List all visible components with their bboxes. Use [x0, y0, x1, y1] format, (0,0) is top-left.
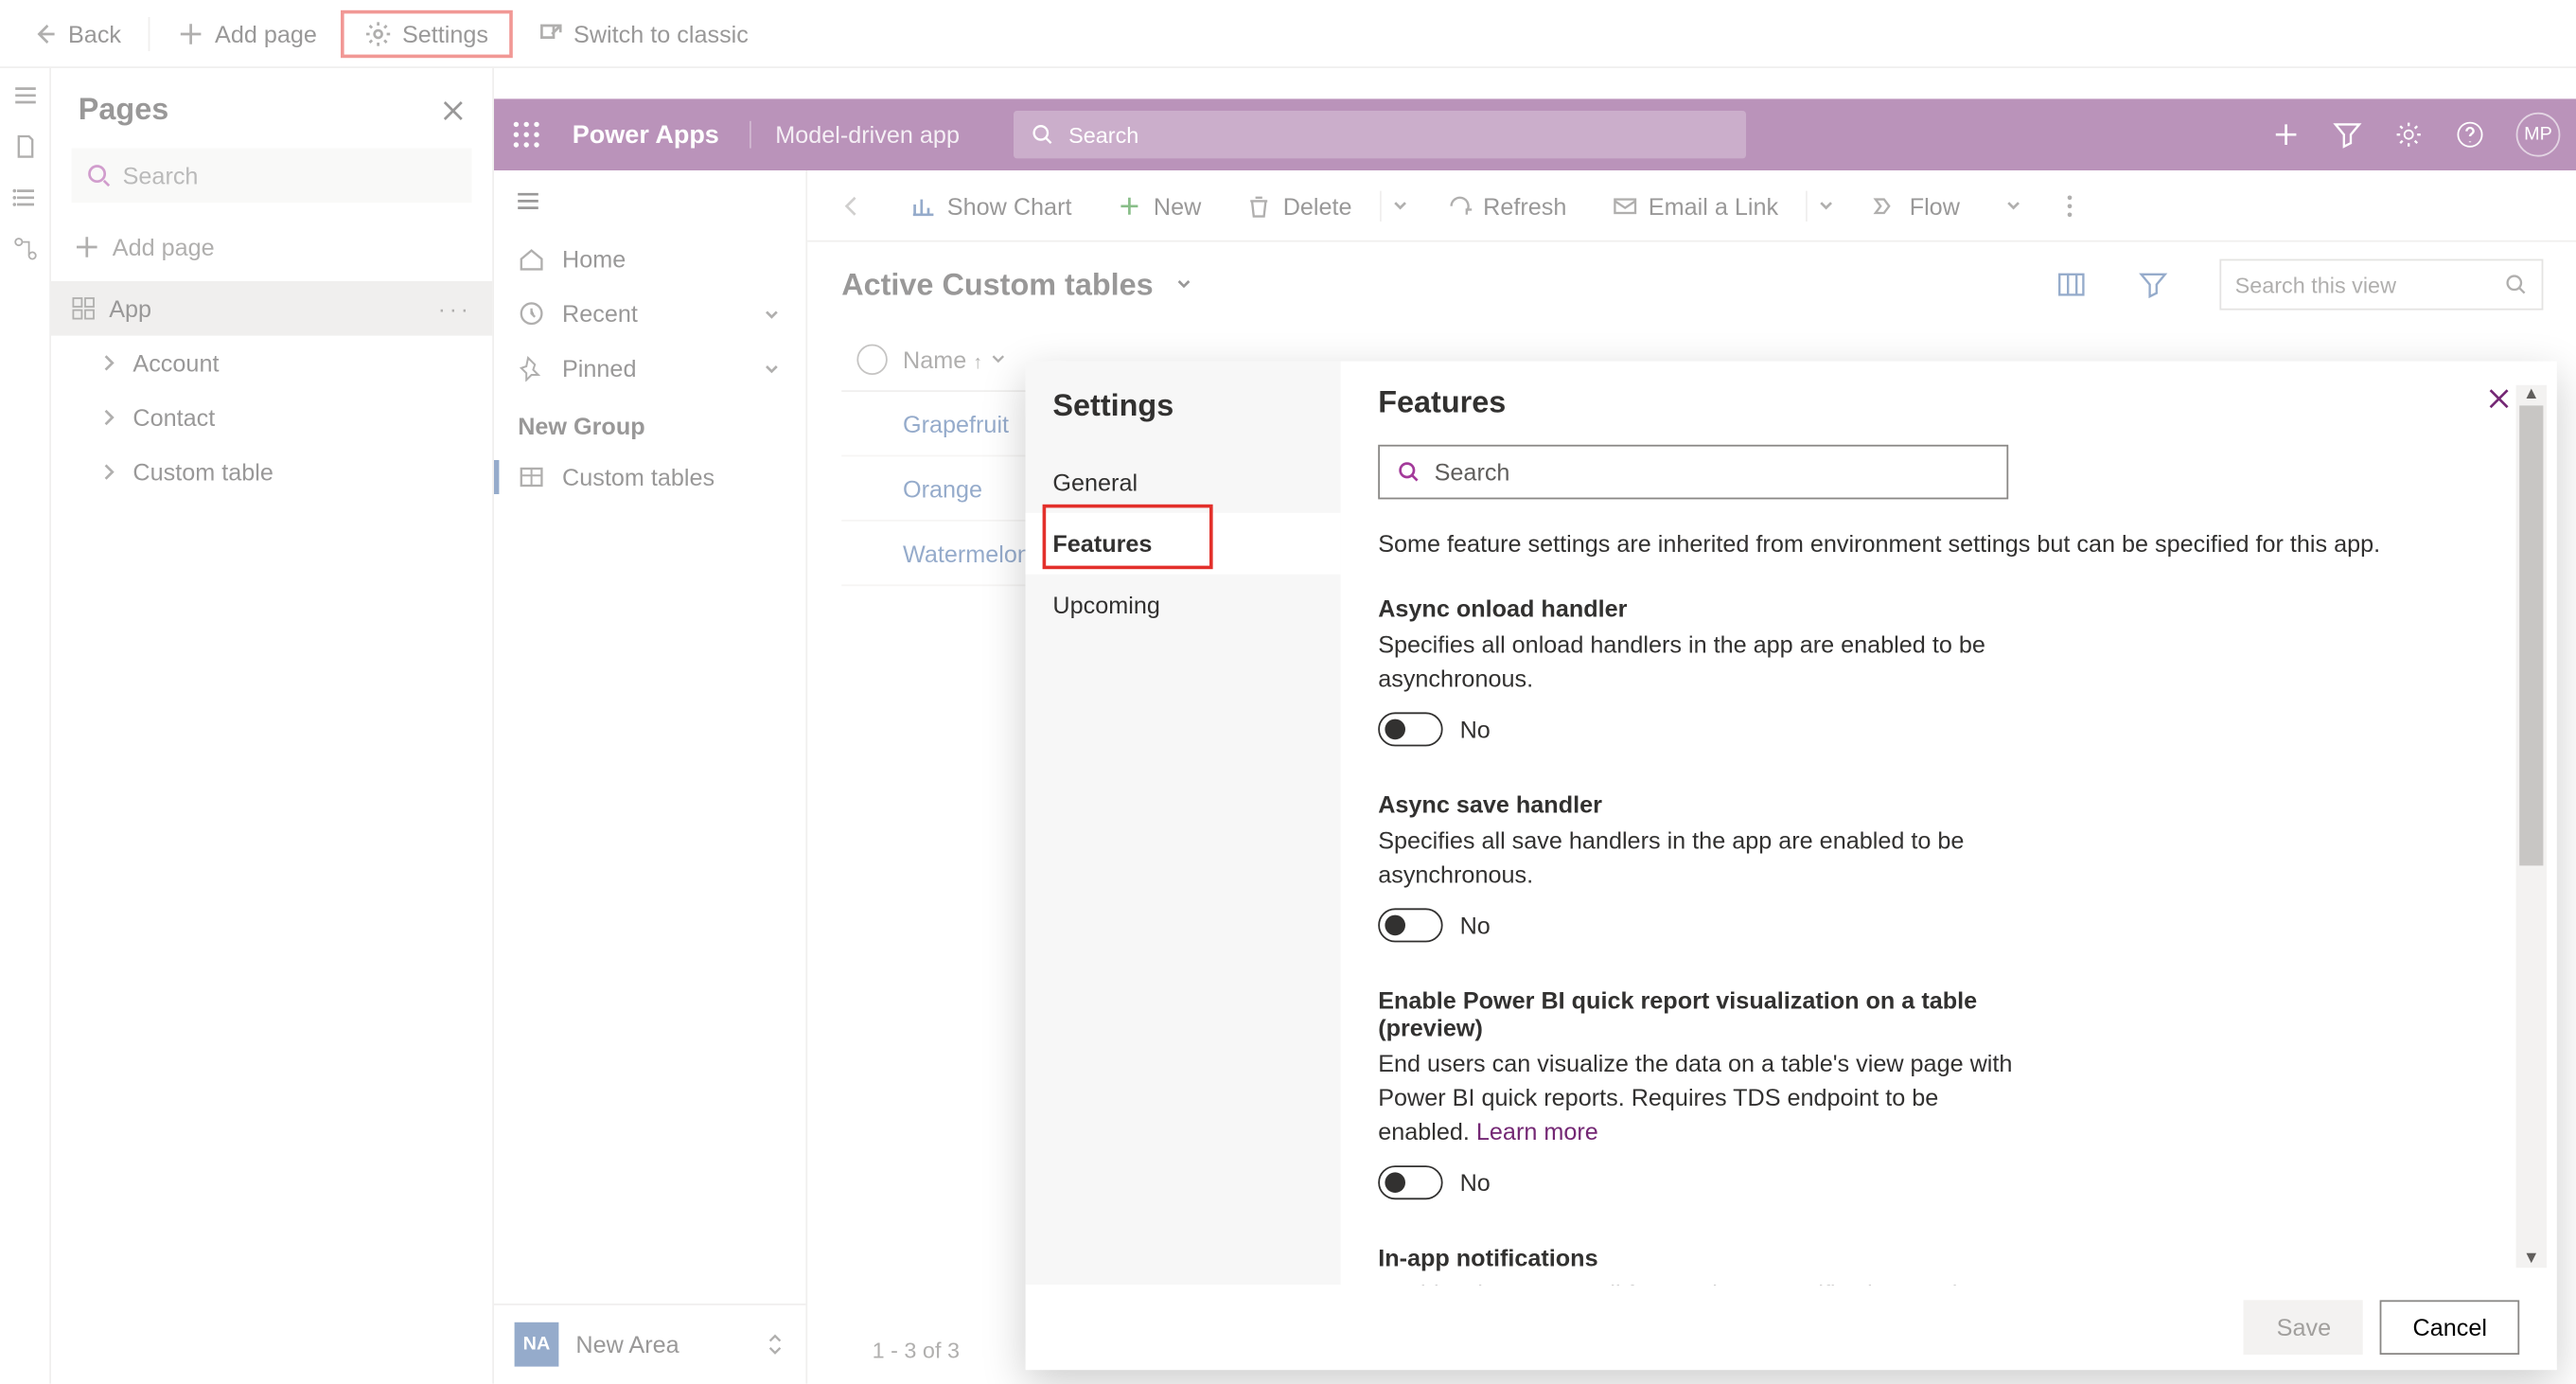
scroll-down-icon[interactable]: ▼ [2516, 1249, 2547, 1268]
feature-desc: Specifies all onload handlers in the app… [1378, 629, 2025, 696]
modal-main: Features Search Some feature settings ar… [1341, 362, 2557, 1286]
modal-footer: Save Cancel [1026, 1285, 2557, 1370]
modal-search-placeholder: Search [1435, 458, 1510, 486]
feature-desc: Enables the app to poll for new in-app n… [1378, 1278, 2025, 1285]
tab-general[interactable]: General [1026, 452, 1341, 513]
feature-desc: Specifies all save handlers in the app a… [1378, 825, 2025, 893]
modal-title: Features [1378, 385, 2506, 421]
learn-more-link[interactable]: Learn more [1476, 1117, 1598, 1144]
toggle-switch[interactable] [1378, 713, 1442, 747]
feature-title: Async save handler [1378, 791, 2025, 819]
modal-side-title: Settings [1026, 385, 1341, 452]
feature-async-onload: Async onload handler Specifies all onloa… [1378, 594, 2025, 747]
modal-scrollbar[interactable]: ▲ ▼ [2516, 385, 2547, 1268]
settings-modal: Settings General Features Upcoming Featu… [1026, 362, 2557, 1371]
feature-title: Enable Power BI quick report visualizati… [1378, 987, 2025, 1042]
feature-desc: End users can visualize the data on a ta… [1378, 1049, 2025, 1149]
save-button[interactable]: Save [2244, 1300, 2363, 1355]
search-icon [1397, 460, 1420, 484]
tab-features[interactable]: Features [1026, 513, 1341, 575]
scroll-thumb[interactable] [2519, 405, 2543, 865]
tab-upcoming[interactable]: Upcoming [1026, 575, 1341, 636]
cancel-button[interactable]: Cancel [2380, 1300, 2519, 1355]
toggle-switch[interactable] [1378, 1165, 1442, 1199]
feature-powerbi-report: Enable Power BI quick report visualizati… [1378, 987, 2025, 1200]
scroll-up-icon[interactable]: ▲ [2516, 385, 2547, 404]
modal-search[interactable]: Search [1378, 445, 2008, 500]
feature-title: In-app notifications [1378, 1244, 2025, 1271]
modal-intro: Some feature settings are inherited from… [1378, 530, 2506, 558]
modal-close-button[interactable] [2485, 385, 2513, 413]
toggle-value: No [1460, 913, 1491, 940]
feature-title: Async onload handler [1378, 594, 2025, 622]
toggle-switch[interactable] [1378, 909, 1442, 943]
toggle-value: No [1460, 716, 1491, 743]
feature-inapp-notifications: In-app notifications Enables the app to … [1378, 1244, 2025, 1285]
feature-async-save: Async save handler Specifies all save ha… [1378, 791, 2025, 944]
modal-sidebar: Settings General Features Upcoming [1026, 362, 1341, 1286]
toggle-value: No [1460, 1169, 1491, 1197]
